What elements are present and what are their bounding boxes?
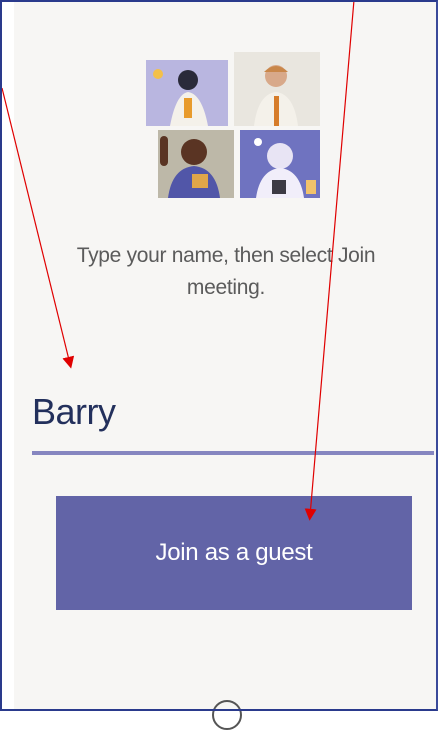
screenshot-frame [0,0,438,711]
